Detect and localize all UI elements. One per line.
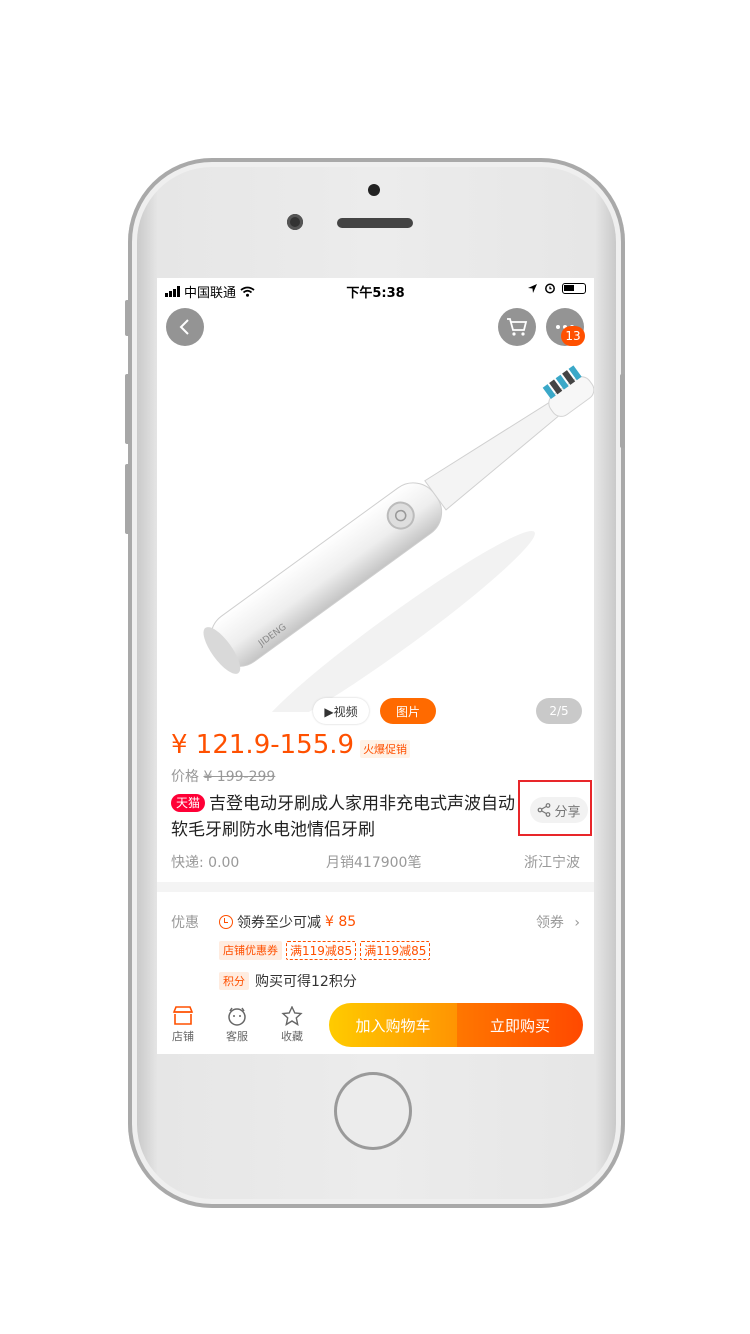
get-coupon-link[interactable]: 领券 › [536, 912, 580, 932]
coupon-amount: ¥ 85 [325, 914, 357, 930]
product-title: 天猫 吉登电动牙刷成人家用非充电式声波自动软毛牙刷防水电池情侣牙刷 [171, 791, 521, 843]
discount-tag: 满119减85 [360, 941, 431, 960]
original-price-label: 价格 [171, 769, 199, 785]
phone-screen: 中国联通 下午5:38 JIDENG 13 ▶视频 图片 2/5 ¥ 121.9… [157, 278, 594, 1054]
coupon-text: 领券至少可减 [237, 915, 321, 931]
discount-tag: 满119减85 [286, 941, 357, 960]
cart-button[interactable] [498, 308, 536, 346]
coupon-row[interactable]: 领券至少可减 ¥ 85 [219, 912, 356, 932]
coupon-icon [219, 915, 233, 929]
product-title-text: 吉登电动牙刷成人家用非充电式声波自动软毛牙刷防水电池情侣牙刷 [171, 794, 516, 840]
share-button[interactable]: 分享 [530, 797, 588, 823]
service-icon [228, 1007, 246, 1026]
more-badge: 13 [561, 326, 585, 346]
points-tag: 积分 [219, 972, 249, 990]
promo-tag: 火爆促销 [360, 740, 411, 758]
add-to-cart-button[interactable]: 加入购物车 [329, 1003, 457, 1047]
product-gallery[interactable]: JIDENG 13 ▶视频 图片 2/5 [157, 302, 594, 724]
share-icon [538, 803, 551, 817]
favorite-tab[interactable]: 收藏 [272, 1006, 312, 1044]
bottom-action-bar: 店铺 客服 收藏 加入购物车 立即购买 [157, 996, 594, 1054]
store-tab[interactable]: 店铺 [163, 1006, 203, 1044]
tmall-tag: 天猫 [171, 794, 206, 812]
battery-icon [562, 282, 586, 294]
buy-now-button[interactable]: 立即购买 [457, 1003, 583, 1047]
original-price-value: ¥ 199-299 [203, 769, 276, 785]
mute-switch [125, 300, 130, 336]
service-tab[interactable]: 客服 [217, 1006, 257, 1044]
share-label: 分享 [554, 804, 581, 820]
get-coupon-label: 领券 [535, 915, 564, 931]
front-camera [287, 214, 303, 230]
star-icon [281, 1006, 303, 1026]
back-arrow-icon [179, 319, 189, 335]
back-button[interactable] [166, 308, 204, 346]
ship-location: 浙江宁波 [524, 855, 580, 871]
alarm-icon [545, 283, 555, 294]
original-price: 价格 ¥ 199-299 [171, 766, 275, 786]
price-row: ¥ 121.9-155.9 火爆促销 [171, 730, 411, 760]
chevron-right-icon: › [574, 915, 580, 931]
shipping-fee: 快递: 0.00 [171, 855, 240, 871]
service-tab-label: 客服 [226, 1030, 248, 1043]
promotions-label: 优惠 [171, 915, 199, 931]
image-tab[interactable]: 图片 [380, 698, 436, 724]
monthly-sales: 月销417900笔 [326, 855, 422, 871]
video-tab[interactable]: ▶视频 [313, 698, 369, 724]
favorite-tab-label: 收藏 [281, 1030, 303, 1043]
section-divider [157, 882, 594, 892]
power-button [620, 374, 625, 448]
earpiece-speaker [337, 218, 413, 228]
store-icon [172, 1006, 194, 1025]
coupon-tags: 店铺优惠券 满119减85 满119减85 [219, 941, 431, 960]
volume-down-button [125, 464, 130, 534]
points-text: 购买可得12积分 [255, 974, 357, 990]
toothbrush-image: JIDENG [203, 365, 594, 712]
store-coupon-tag: 店铺优惠券 [219, 941, 282, 960]
points-row: 积分 购买可得12积分 [219, 971, 357, 991]
price-range: ¥ 121.9-155.9 [171, 730, 355, 760]
cart-icon [507, 318, 528, 336]
location-icon [528, 283, 537, 293]
home-button[interactable] [334, 1072, 412, 1150]
image-index: 2/5 [536, 698, 582, 724]
proximity-sensor [368, 184, 380, 196]
status-bar: 中国联通 下午5:38 [157, 278, 594, 302]
volume-up-button [125, 374, 130, 444]
store-tab-label: 店铺 [172, 1030, 194, 1043]
